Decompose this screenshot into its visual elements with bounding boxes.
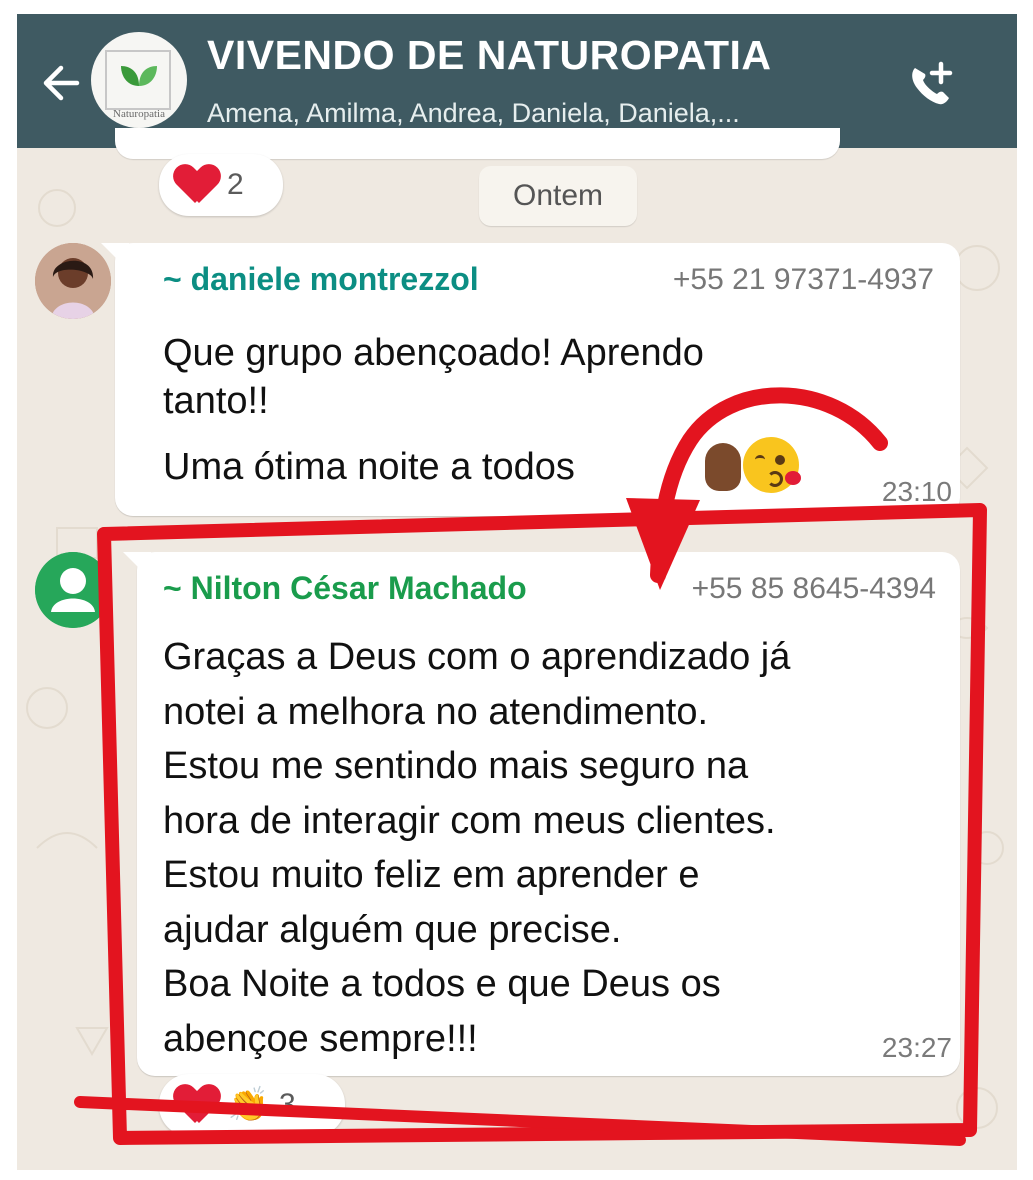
sender-name[interactable]: ~ Nilton César Machado — [163, 570, 527, 607]
reaction-count: 3 — [279, 1088, 296, 1121]
message-bubble[interactable]: ~ daniele montrezzol +55 21 97371-4937 Q… — [101, 243, 960, 516]
message-text: Que grupo abençoado! Aprendo tanto!! — [163, 329, 704, 425]
message-text: Graças a Deus com o aprendizado já notei… — [163, 630, 790, 1066]
group-title[interactable]: VIVENDO DE NATUROPATIA — [207, 32, 772, 79]
message-line: hora de interagir com meus clientes. — [163, 799, 776, 842]
phone-add-icon[interactable] — [901, 58, 957, 114]
chat-body[interactable]: 2 Ontem ~ daniele montrezzol +55 21 9737… — [17, 128, 1017, 1170]
default-user-icon — [35, 552, 111, 628]
leaf-logo-icon — [121, 66, 157, 86]
heart-icon — [175, 1085, 219, 1125]
raised-hand-icon — [705, 443, 741, 491]
sender-avatar[interactable] — [35, 552, 111, 628]
clapping-hands-icon: 👏 — [227, 1086, 270, 1124]
message-time: 23:27 — [881, 1032, 952, 1063]
message-time: 23:10 — [881, 476, 952, 507]
group-avatar[interactable]: Naturopatia — [91, 32, 187, 128]
date-separator: Ontem — [479, 166, 637, 226]
reaction-count: 2 — [227, 168, 244, 201]
arrow-left-icon[interactable] — [37, 58, 87, 108]
message-reactions[interactable]: 2 — [159, 154, 283, 216]
sender-avatar[interactable] — [35, 243, 111, 319]
message-line: Estou muito feliz em aprender e — [163, 854, 700, 896]
message-line: Estou me sentindo mais seguro na — [163, 745, 749, 787]
group-members[interactable]: Amena, Amilma, Andrea, Daniela, Daniela,… — [207, 98, 740, 129]
message-line: ajudar alguém que precise. — [163, 908, 622, 951]
message-bubble[interactable]: ~ Nilton César Machado +55 85 8645-4394 … — [123, 552, 960, 1076]
message-line: tanto!! — [163, 380, 269, 422]
sender-phone: +55 21 97371-4937 — [672, 263, 934, 296]
heart-icon — [175, 165, 219, 205]
message-line: Boa Noite a todos e que Deus os — [163, 963, 721, 1005]
message-line: Que grupo abençoado! Aprendo — [163, 332, 704, 374]
kissing-face-icon — [743, 437, 801, 493]
chat-screen: Naturopatia VIVENDO DE NATUROPATIA Amena… — [17, 0, 1017, 1180]
message-line: Uma ótima noite a todos — [163, 446, 575, 488]
sender-name[interactable]: ~ daniele montrezzol — [163, 261, 479, 298]
group-brand-text: Naturopatia — [113, 108, 165, 120]
sender-phone: +55 85 8645-4394 — [691, 572, 936, 605]
user-photo-icon — [35, 243, 111, 319]
message-line: abençoe sempre!!! — [163, 1017, 478, 1060]
message-line: notei a melhora no atendimento. — [163, 690, 709, 733]
message-reactions[interactable]: 👏 3 — [159, 1074, 345, 1136]
message-line: Graças a Deus com o aprendizado já — [163, 636, 791, 678]
